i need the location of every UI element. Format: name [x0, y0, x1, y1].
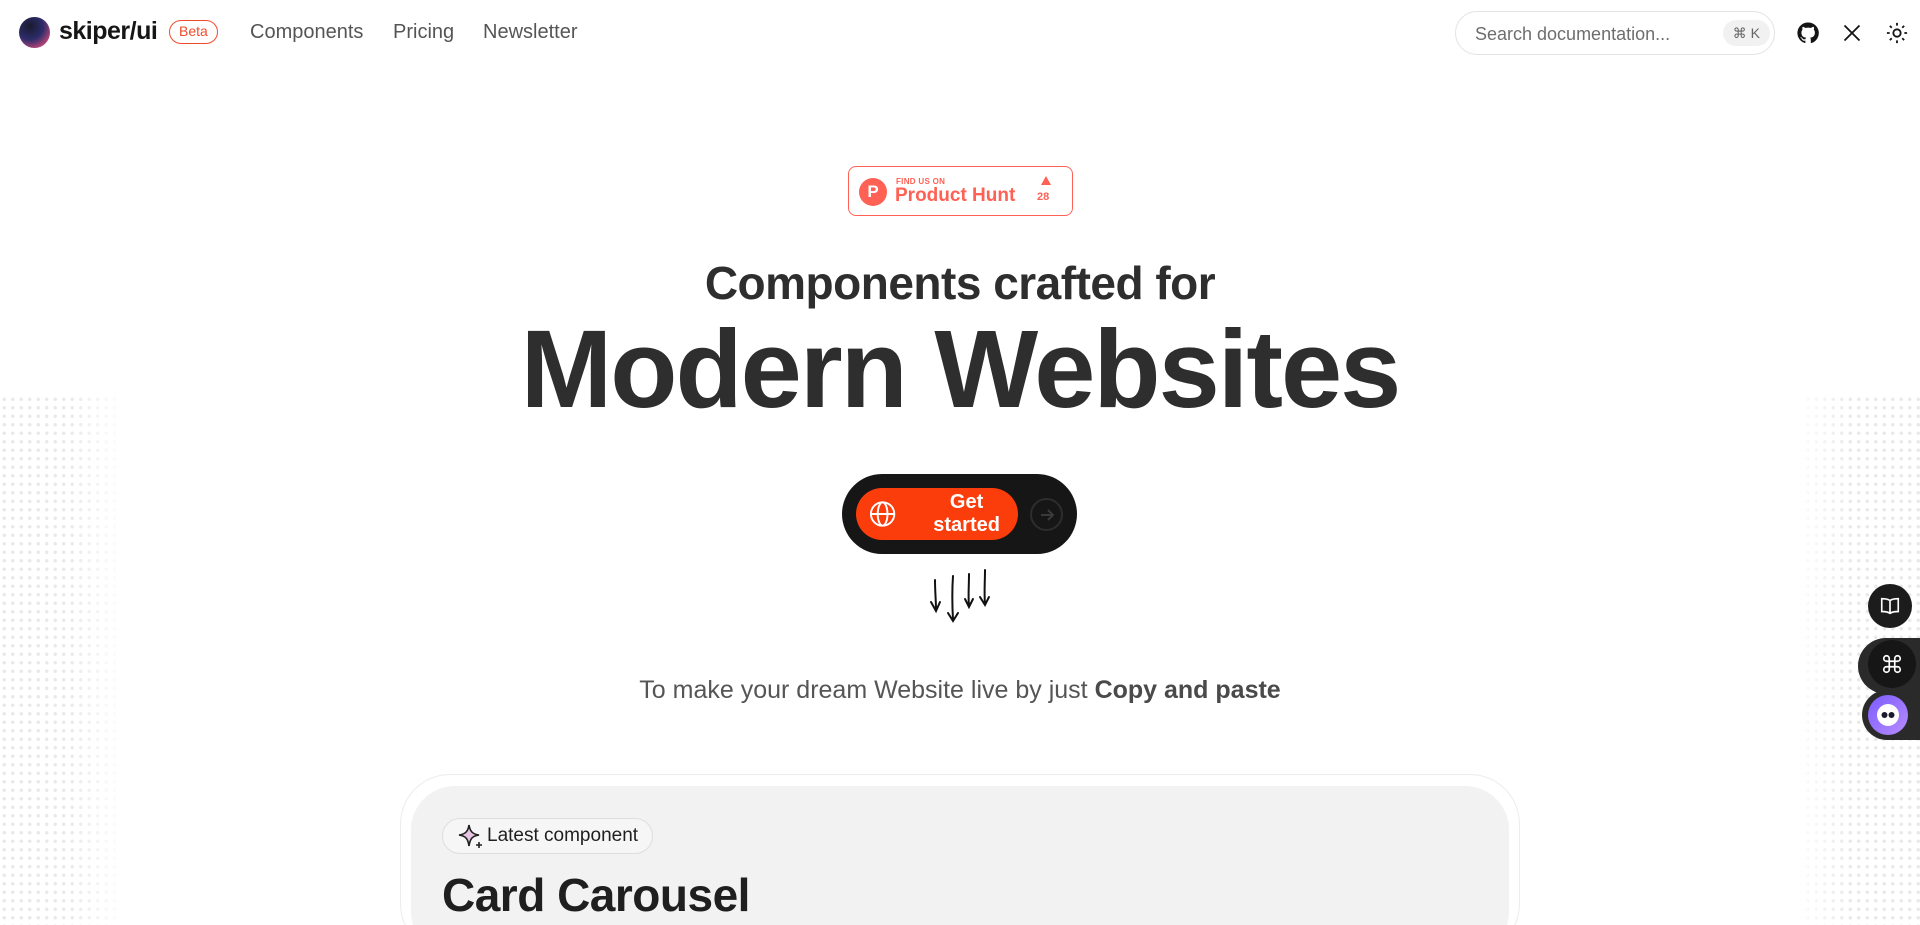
beta-badge: Beta: [169, 20, 218, 44]
header: skiper/ui Beta Components Pricing Newsle…: [0, 0, 1920, 66]
book-icon[interactable]: [1868, 584, 1912, 628]
arrow-right-icon[interactable]: [1030, 498, 1063, 531]
nav-components[interactable]: Components: [250, 21, 363, 44]
search-input[interactable]: [1475, 22, 1715, 46]
hand-drawn-arrows-icon: [930, 569, 990, 623]
search-shortcut: ⌘ K: [1722, 20, 1770, 46]
hero-title: Modern Websites: [520, 308, 1402, 431]
latest-component-label: Latest component: [487, 825, 639, 846]
logo-orb-icon[interactable]: [19, 17, 50, 48]
product-hunt-logo-icon: P: [859, 178, 887, 206]
dots-pattern-left: [0, 395, 125, 925]
tagline: To make your dream Website live by just …: [0, 676, 1920, 705]
tagline-text: To make your dream Website live by just: [639, 676, 1095, 704]
product-hunt-name: Product Hunt: [895, 185, 1016, 206]
nav-pricing[interactable]: Pricing: [393, 21, 454, 44]
product-hunt-badge[interactable]: P FIND US ON Product Hunt 28: [848, 166, 1073, 216]
github-icon[interactable]: [1795, 20, 1821, 46]
search-box[interactable]: ⌘ K: [1455, 11, 1775, 55]
upvote-triangle-icon: [1041, 176, 1051, 185]
hero-subtitle: Components crafted for: [704, 257, 1216, 309]
nav-newsletter[interactable]: Newsletter: [483, 21, 577, 44]
x-icon[interactable]: [1839, 20, 1865, 46]
get-started-button[interactable]: Get started: [856, 488, 1018, 540]
latest-component-title: Card Carousel: [442, 869, 750, 921]
command-icon[interactable]: [1868, 640, 1916, 688]
upvote-count: 28: [1037, 191, 1050, 203]
sun-icon[interactable]: [1884, 20, 1910, 46]
latest-component-pill: Latest component: [442, 818, 654, 854]
get-started-label: Get started: [933, 491, 1000, 536]
globe-icon: [869, 501, 896, 527]
tagline-bold: Copy and paste: [1094, 676, 1281, 704]
sparkle-icon: [458, 824, 482, 848]
page: skiper/ui Beta Components Pricing Newsle…: [0, 0, 1920, 925]
logo-text[interactable]: skiper/ui: [59, 17, 158, 46]
cta-container: Get started: [842, 474, 1077, 554]
bot-icon[interactable]: [1868, 695, 1908, 735]
